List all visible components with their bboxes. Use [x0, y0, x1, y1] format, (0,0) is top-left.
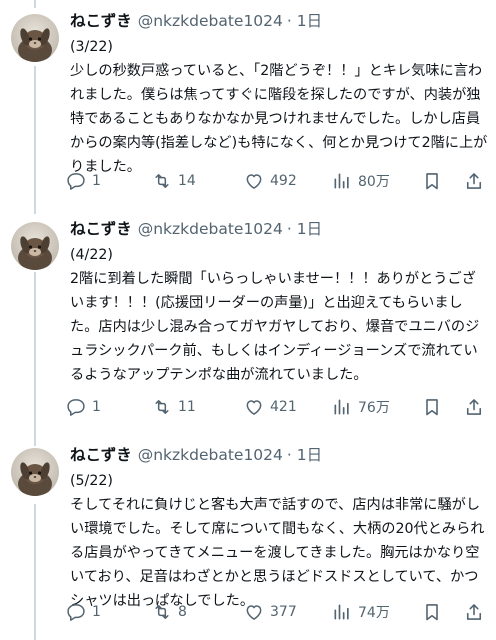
- retweet-count: 11: [178, 399, 196, 415]
- user-handle[interactable]: @nkzkdebate1024: [138, 12, 283, 30]
- tweet-actions: 1 8 377 74万: [66, 597, 486, 627]
- reply-button[interactable]: 1: [66, 392, 101, 422]
- bookmark-button[interactable]: [422, 166, 442, 196]
- retweet-count: 14: [178, 173, 196, 189]
- share-button[interactable]: [464, 392, 484, 422]
- tweet-text: (3/22) 少しの秒数戸惑っていると、「2階どうぞ！！」とキレ気味に言われまし…: [70, 39, 488, 175]
- tweet-text: (5/22) そしてそれに負けじと客も大声で話すので、店内は非常に騒がしい環境で…: [70, 473, 485, 609]
- reply-button[interactable]: 1: [66, 166, 101, 196]
- retweet-button[interactable]: 8: [152, 597, 187, 627]
- tweet[interactable]: ねこずき @nkzkdebate1024 · 1日 (5/22) そしてそれに負けじ…: [0, 444, 496, 640]
- like-button[interactable]: 421: [244, 392, 297, 422]
- avatar[interactable]: [11, 222, 59, 270]
- views-icon: [332, 171, 352, 191]
- like-button[interactable]: 377: [244, 597, 297, 627]
- share-button[interactable]: [464, 166, 484, 196]
- user-handle[interactable]: @nkzkdebate1024: [138, 446, 283, 464]
- tweet[interactable]: ねこずき @nkzkdebate1024 · 1日 (4/22) 2階に到着した瞬間…: [0, 218, 496, 440]
- tweet-actions: 1 11 421 76万: [66, 392, 486, 422]
- reply-count: 1: [92, 604, 101, 620]
- rabbit-avatar-icon: [11, 222, 59, 270]
- tweet-header: ねこずき @nkzkdebate1024 · 1日: [70, 10, 322, 32]
- retweet-icon: [152, 397, 172, 417]
- reply-count: 1: [92, 173, 101, 189]
- rabbit-avatar-icon: [11, 448, 59, 496]
- like-count: 421: [270, 399, 297, 415]
- timestamp[interactable]: · 1日: [287, 446, 322, 464]
- share-icon: [464, 397, 484, 417]
- timestamp[interactable]: · 1日: [287, 12, 322, 30]
- like-count: 492: [270, 173, 297, 189]
- retweet-count: 8: [178, 604, 187, 620]
- share-icon: [464, 602, 484, 622]
- views-button[interactable]: 74万: [332, 597, 390, 627]
- views-button[interactable]: 76万: [332, 392, 390, 422]
- like-count: 377: [270, 604, 297, 620]
- views-count: 74万: [358, 605, 390, 621]
- reply-icon: [66, 602, 86, 622]
- views-button[interactable]: 80万: [332, 166, 390, 196]
- heart-icon: [244, 397, 264, 417]
- display-name[interactable]: ねこずき: [70, 446, 132, 464]
- display-name[interactable]: ねこずき: [70, 220, 132, 238]
- bookmark-button[interactable]: [422, 392, 442, 422]
- reply-count: 1: [92, 399, 101, 415]
- share-button[interactable]: [464, 597, 484, 627]
- tweet-header: ねこずき @nkzkdebate1024 · 1日: [70, 444, 322, 466]
- bookmark-icon: [422, 171, 442, 191]
- like-button[interactable]: 492: [244, 166, 297, 196]
- heart-icon: [244, 602, 264, 622]
- rabbit-avatar-icon: [11, 14, 59, 62]
- reply-icon: [66, 171, 86, 191]
- tweet[interactable]: ねこずき @nkzkdebate1024 · 1日 (3/22) 少しの秒数戸惑って…: [0, 10, 496, 206]
- timestamp[interactable]: · 1日: [287, 220, 322, 238]
- retweet-icon: [152, 602, 172, 622]
- tweet-header: ねこずき @nkzkdebate1024 · 1日: [70, 218, 322, 240]
- views-icon: [332, 397, 352, 417]
- share-icon: [464, 171, 484, 191]
- user-handle[interactable]: @nkzkdebate1024: [138, 220, 283, 238]
- retweet-icon: [152, 171, 172, 191]
- tweet-text: (4/22) 2階に到着した瞬間「いらっしゃいませー！！！ありがとうございます！…: [70, 247, 480, 383]
- heart-icon: [244, 171, 264, 191]
- views-icon: [332, 602, 352, 622]
- views-count: 80万: [358, 174, 390, 190]
- reply-button[interactable]: 1: [66, 597, 101, 627]
- avatar[interactable]: [11, 448, 59, 496]
- retweet-button[interactable]: 14: [152, 166, 196, 196]
- views-count: 76万: [358, 400, 390, 416]
- reply-icon: [66, 397, 86, 417]
- tweet-actions: 1 14 492 80万: [66, 166, 486, 196]
- retweet-button[interactable]: 11: [152, 392, 196, 422]
- bookmark-icon: [422, 397, 442, 417]
- thread-connector-line: [34, 0, 36, 8]
- avatar[interactable]: [11, 14, 59, 62]
- bookmark-button[interactable]: [422, 597, 442, 627]
- display-name[interactable]: ねこずき: [70, 12, 132, 30]
- bookmark-icon: [422, 602, 442, 622]
